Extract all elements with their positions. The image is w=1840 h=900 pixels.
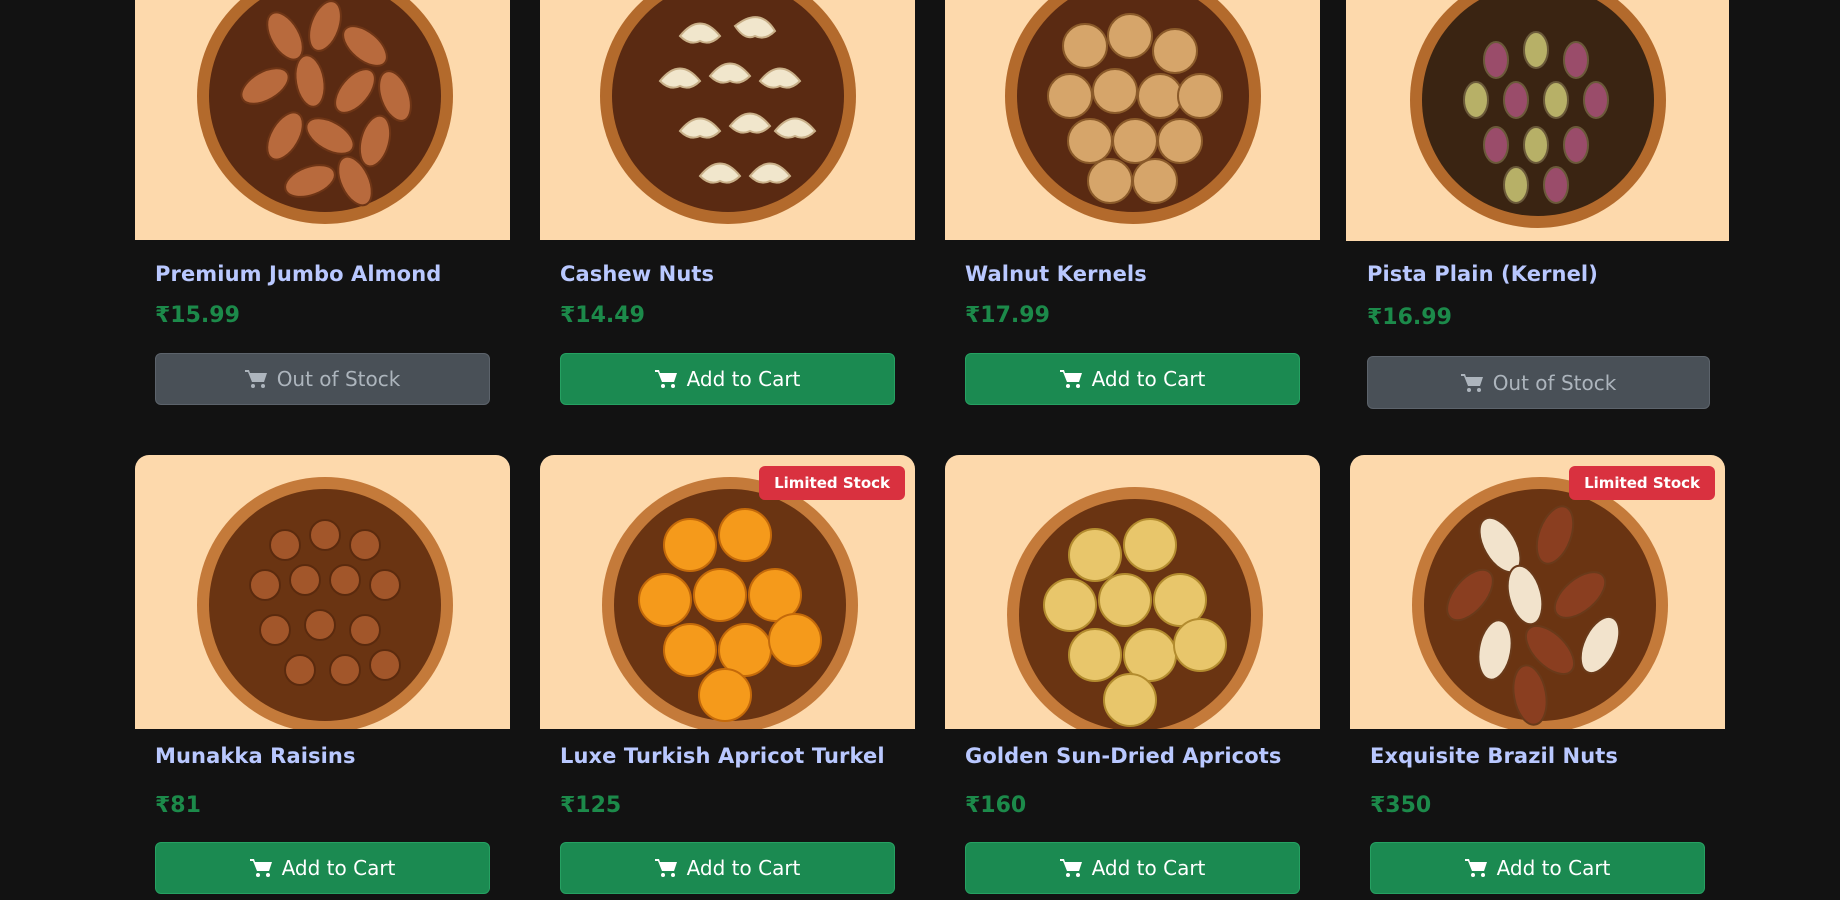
product-photo bbox=[600, 0, 856, 224]
button-label: Out of Stock bbox=[1492, 370, 1617, 395]
product-card[interactable]: Walnut Kernels ₹17.99 Add to Cart bbox=[945, 0, 1320, 406]
product-photo bbox=[197, 477, 453, 729]
product-card[interactable]: Pista Plain (Kernel) ₹16.99 Out of Stock bbox=[1346, 0, 1729, 415]
product-photo bbox=[1410, 0, 1666, 228]
product-price: ₹125 bbox=[560, 793, 622, 818]
golden-apricots-bowl-image[interactable] bbox=[945, 455, 1320, 729]
button-label: Add to Cart bbox=[1091, 367, 1206, 391]
limited-stock-badge: Limited Stock bbox=[1569, 466, 1715, 500]
brazil-nuts-bowl-image[interactable]: Limited Stock bbox=[1350, 455, 1725, 729]
button-label: Add to Cart bbox=[686, 856, 801, 880]
shopping-cart-icon bbox=[1059, 370, 1082, 388]
product-name[interactable]: Exquisite Brazil Nuts bbox=[1370, 744, 1618, 768]
product-name[interactable]: Luxe Turkish Apricot Turkel bbox=[560, 744, 885, 768]
product-price: ₹350 bbox=[1370, 793, 1432, 818]
product-card[interactable]: Munakka Raisins ₹81 Add to Cart bbox=[135, 455, 510, 900]
add-to-cart-button[interactable]: Add to Cart bbox=[965, 842, 1300, 894]
product-price: ₹14.49 bbox=[560, 303, 645, 328]
button-label: Add to Cart bbox=[686, 367, 801, 391]
limited-stock-badge: Limited Stock bbox=[759, 466, 905, 500]
button-label: Out of Stock bbox=[276, 367, 401, 391]
product-price: ₹16.99 bbox=[1367, 305, 1452, 330]
shopping-cart-icon bbox=[1464, 859, 1487, 877]
out-of-stock-button[interactable]: Out of Stock bbox=[1367, 356, 1710, 409]
product-name[interactable]: Cashew Nuts bbox=[560, 262, 714, 286]
product-name[interactable]: Pista Plain (Kernel) bbox=[1367, 262, 1598, 286]
product-card[interactable]: Premium Jumbo Almond ₹15.99 Out of Stock bbox=[135, 0, 510, 406]
product-price: ₹160 bbox=[965, 793, 1027, 818]
product-price: ₹81 bbox=[155, 793, 201, 818]
shopping-cart-icon bbox=[249, 859, 272, 877]
product-name[interactable]: Walnut Kernels bbox=[965, 262, 1147, 286]
product-card[interactable]: Cashew Nuts ₹14.49 Add to Cart bbox=[540, 0, 915, 406]
walnuts-bowl-image[interactable] bbox=[945, 0, 1320, 240]
almonds-bowl-image[interactable] bbox=[135, 0, 510, 240]
product-name[interactable]: Premium Jumbo Almond bbox=[155, 262, 441, 286]
add-to-cart-button[interactable]: Add to Cart bbox=[1370, 842, 1705, 894]
raisins-bowl-image[interactable] bbox=[135, 455, 510, 729]
add-to-cart-button[interactable]: Add to Cart bbox=[560, 353, 895, 405]
add-to-cart-button[interactable]: Add to Cart bbox=[965, 353, 1300, 405]
out-of-stock-button[interactable]: Out of Stock bbox=[155, 353, 490, 405]
product-photo bbox=[1007, 487, 1263, 729]
shopping-cart-icon bbox=[1460, 373, 1483, 392]
button-label: Add to Cart bbox=[281, 856, 396, 880]
product-card[interactable]: Limited Stock Luxe Turkish Apricot Turke… bbox=[540, 455, 915, 900]
shopping-cart-icon bbox=[654, 370, 677, 388]
pistachios-bowl-image[interactable] bbox=[1346, 0, 1729, 241]
product-card[interactable]: Golden Sun-Dried Apricots ₹160 Add to Ca… bbox=[945, 455, 1320, 900]
shopping-cart-icon bbox=[1059, 859, 1082, 877]
cashews-bowl-image[interactable] bbox=[540, 0, 915, 240]
product-photo bbox=[1005, 0, 1261, 224]
product-card[interactable]: Limited Stock Exquisite Brazil Nuts ₹350… bbox=[1350, 455, 1725, 900]
button-label: Add to Cart bbox=[1091, 856, 1206, 880]
product-name[interactable]: Golden Sun-Dried Apricots bbox=[965, 744, 1281, 768]
product-photo bbox=[197, 0, 453, 224]
shopping-cart-icon bbox=[654, 859, 677, 877]
shopping-cart-icon bbox=[244, 370, 267, 388]
add-to-cart-button[interactable]: Add to Cart bbox=[155, 842, 490, 894]
apricots-bowl-image[interactable]: Limited Stock bbox=[540, 455, 915, 729]
product-name[interactable]: Munakka Raisins bbox=[155, 744, 356, 768]
button-label: Add to Cart bbox=[1496, 856, 1611, 880]
product-price: ₹15.99 bbox=[155, 303, 240, 328]
product-price: ₹17.99 bbox=[965, 303, 1050, 328]
add-to-cart-button[interactable]: Add to Cart bbox=[560, 842, 895, 894]
